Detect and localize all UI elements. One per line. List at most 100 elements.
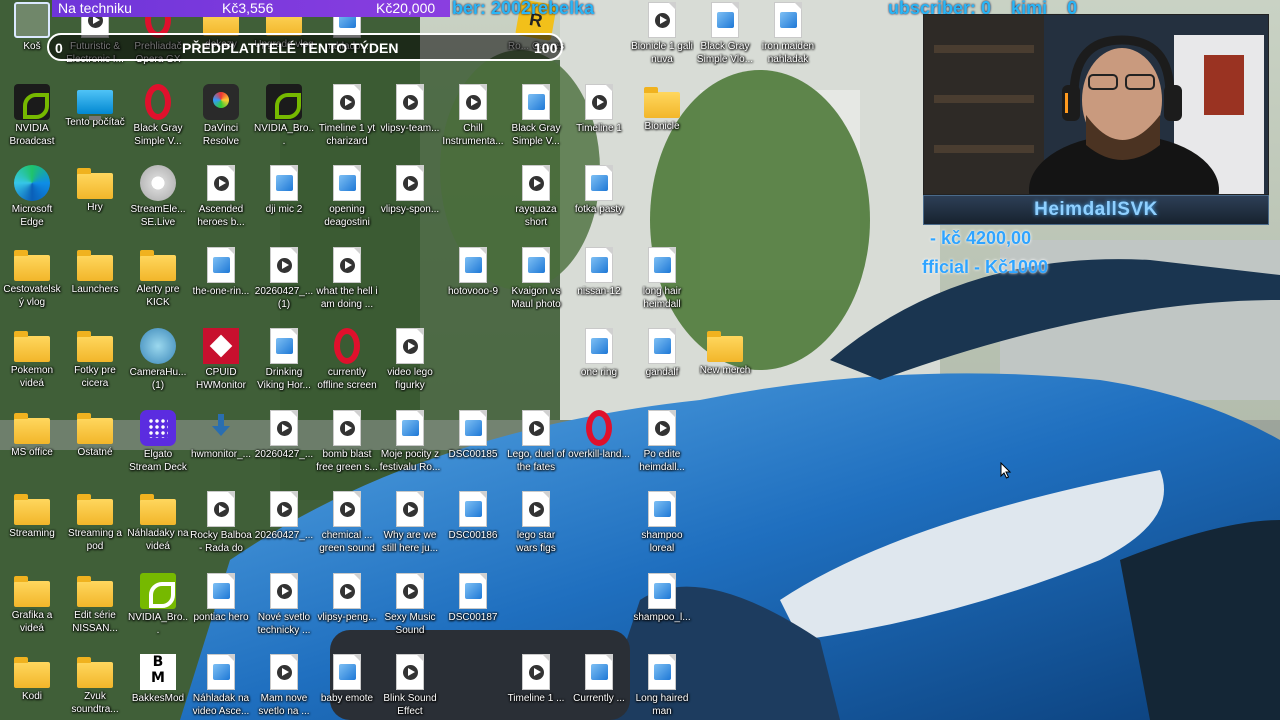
- desktop-icon[interactable]: Blink Sound Effect: [378, 648, 442, 720]
- desktop-icon[interactable]: hotovooo-9: [441, 241, 505, 321]
- desktop-icon[interactable]: Cestovatelský vlog: [0, 241, 64, 321]
- desktop-icon[interactable]: DSC00186: [441, 485, 505, 565]
- desktop-icon[interactable]: Fotky pre cicera: [63, 322, 127, 402]
- desktop-icon-label: Nové svetlo technicky ...: [257, 611, 311, 636]
- desktop-icon[interactable]: Currently ...: [567, 648, 631, 720]
- desktop-icon[interactable]: Tento počítač: [63, 78, 127, 158]
- desktop-icon[interactable]: long hair heimdall: [630, 241, 694, 321]
- desktop-icon[interactable]: DSC00187: [441, 567, 505, 647]
- desktop-icon[interactable]: Moje pocity z festivalu Ro...: [378, 404, 442, 484]
- desktop-icon[interactable]: Mam nove svetlo na ...: [252, 648, 316, 720]
- desktop-icon[interactable]: Ostatné: [63, 404, 127, 484]
- desktop-icon[interactable]: Timeline 1: [567, 78, 631, 158]
- desktop-icon[interactable]: Black Gray Simple V...: [126, 78, 190, 158]
- desktop-icon[interactable]: 20260427_...: [252, 404, 316, 484]
- desktop-icon[interactable]: Why are we still here ju...: [378, 485, 442, 565]
- desktop-icon[interactable]: Náhladak na video Asce...: [189, 648, 253, 720]
- image-file-icon: [648, 491, 676, 527]
- desktop-icon[interactable]: Sexy Music Sound Effec...: [378, 567, 442, 647]
- desktop-icon[interactable]: Edit série NISSAN...: [63, 567, 127, 647]
- desktop-icon[interactable]: vlipsy-peng...: [315, 567, 379, 647]
- desktop-icon[interactable]: vlipsy-spon...: [378, 159, 442, 239]
- desktop-icon[interactable]: StreamEle... SE.Live: [126, 159, 190, 239]
- desktop-icon[interactable]: Hry: [63, 159, 127, 239]
- desktop-icon[interactable]: MS office: [0, 404, 64, 484]
- desktop-icon[interactable]: rayquaza short: [504, 159, 568, 239]
- desktop-icon[interactable]: dji mic 2: [252, 159, 316, 239]
- folder-icon: [14, 412, 50, 444]
- desktop-icon-label: what the hell i am doing ...: [316, 285, 378, 310]
- desktop-icon-label: Streaming a pod: [68, 528, 122, 552]
- desktop-icon[interactable]: Kodi: [0, 648, 64, 720]
- image-file-icon: [585, 328, 613, 364]
- video-file-icon: [648, 2, 676, 38]
- desktop-icon-label: Chill Instrumenta...: [442, 122, 504, 147]
- desktop-icon[interactable]: Timeline 1 yt charizard: [315, 78, 379, 158]
- desktop-icon[interactable]: Grafika a videá: [0, 567, 64, 647]
- desktop-icon[interactable]: shampoo loreal: [630, 485, 694, 565]
- desktop-icon[interactable]: Kvaigon vs Maul photo: [504, 241, 568, 321]
- desktop-icon[interactable]: Rocky Balboa - Rada do ži...: [189, 485, 253, 565]
- desktop-icon[interactable]: DaVinci Resolve: [189, 78, 253, 158]
- desktop-icon[interactable]: Nové svetlo technicky ...: [252, 567, 316, 647]
- desktop-icon[interactable]: Po edite heimdall...: [630, 404, 694, 484]
- desktop-icon[interactable]: chemical ... green sound: [315, 485, 379, 565]
- desktop-icon[interactable]: CPUID HWMonitor: [189, 322, 253, 402]
- desktop-icon-label: nissan-12: [577, 285, 621, 297]
- desktop-icon[interactable]: Bionicle: [630, 78, 694, 158]
- desktop-icon[interactable]: one ring: [567, 322, 631, 402]
- desktop-icon[interactable]: pontiac hero: [189, 567, 253, 647]
- desktop-icon[interactable]: Streaming: [0, 485, 64, 565]
- desktop-icon[interactable]: Long haired man: [630, 648, 694, 720]
- desktop-icon[interactable]: Streaming a pod: [63, 485, 127, 565]
- desktop-icon[interactable]: vlipsy-team...: [378, 78, 442, 158]
- desktop-icon[interactable]: 20260427_...: [252, 485, 316, 565]
- desktop-icon[interactable]: Timeline 1 ...: [504, 648, 568, 720]
- video-file-icon: [333, 409, 361, 446]
- desktop-icon[interactable]: Ascended heroes b...: [189, 159, 253, 239]
- desktop-icon[interactable]: Chill Instrumenta...: [441, 78, 505, 158]
- desktop-icon[interactable]: opening deagostini: [315, 159, 379, 239]
- desktop-icon[interactable]: hwmonitor_...: [189, 404, 253, 484]
- desktop-icon[interactable]: CameraHu... (1): [126, 322, 190, 402]
- desktop-icon[interactable]: Launchers: [63, 241, 127, 321]
- desktop-icon[interactable]: nissan-12: [567, 241, 631, 321]
- desktop-icon[interactable]: NVIDIA_Bro...: [126, 567, 190, 647]
- desktop-icon[interactable]: Elgato Stream Deck: [126, 404, 190, 484]
- desktop-icon[interactable]: DSC00185: [441, 404, 505, 484]
- desktop-icon[interactable]: Bionicle 1 gali nuva: [630, 0, 694, 76]
- desktop-icon[interactable]: Drinking Viking Hor...: [252, 322, 316, 402]
- desktop-icon[interactable]: iron maiden nahladak: [756, 0, 820, 76]
- desktop-icon[interactable]: baby emote: [315, 648, 379, 720]
- desktop-icon[interactable]: video lego figurky: [378, 322, 442, 402]
- desktop-icon[interactable]: Zvuk soundtra...: [63, 648, 127, 720]
- desktop-icon[interactable]: overkill-land...: [567, 404, 631, 484]
- desktop-icon[interactable]: Alerty pre KICK: [126, 241, 190, 321]
- desktop-icon[interactable]: Black Gray Simple V...: [504, 78, 568, 158]
- video-file-icon: [522, 409, 550, 446]
- desktop-icon[interactable]: Black Gray Simple Vlo...: [693, 0, 757, 76]
- desktop-icon[interactable]: currently offline screen: [315, 322, 379, 402]
- video-file-icon: [207, 165, 235, 201]
- desktop-icon[interactable]: bomb blast free green s...: [315, 404, 379, 484]
- desktop-icon[interactable]: Microsoft Edge: [0, 159, 64, 239]
- desktop-icon[interactable]: NVIDIA Broadcast: [0, 78, 64, 158]
- desktop-icon[interactable]: gandalf: [630, 322, 694, 402]
- desktop-icon[interactable]: what the hell i am doing ...: [315, 241, 379, 321]
- desktop-icon-label: long hair heimdall: [642, 285, 682, 310]
- desktop-icon[interactable]: 20260427_... (1): [252, 241, 316, 321]
- desktop-icon[interactable]: B M BakkesMod: [126, 648, 190, 720]
- desktop-icon[interactable]: lego star wars figs: [504, 485, 568, 565]
- desktop-icon[interactable]: New merch: [693, 322, 757, 402]
- streamer-name-plate: HeimdallSVK: [923, 195, 1269, 225]
- desktop-icon[interactable]: shampoo_l...: [630, 567, 694, 647]
- desktop-icon-label: Timeline 1 ...: [507, 693, 565, 704]
- desktop-icon[interactable]: fotka pasty: [567, 159, 631, 239]
- desktop-icon[interactable]: Lego, duel of the fates: [504, 404, 568, 484]
- desktop-icon-label: Hry: [87, 202, 103, 213]
- desktop-icon[interactable]: Pokemon videá: [0, 322, 64, 402]
- video-file-icon: [270, 246, 298, 283]
- desktop-icon[interactable]: the-one-rin...: [189, 241, 253, 321]
- desktop-icon[interactable]: Náhladaky na videá: [126, 485, 190, 565]
- desktop-icon[interactable]: NVIDIA_Bro...: [252, 78, 316, 158]
